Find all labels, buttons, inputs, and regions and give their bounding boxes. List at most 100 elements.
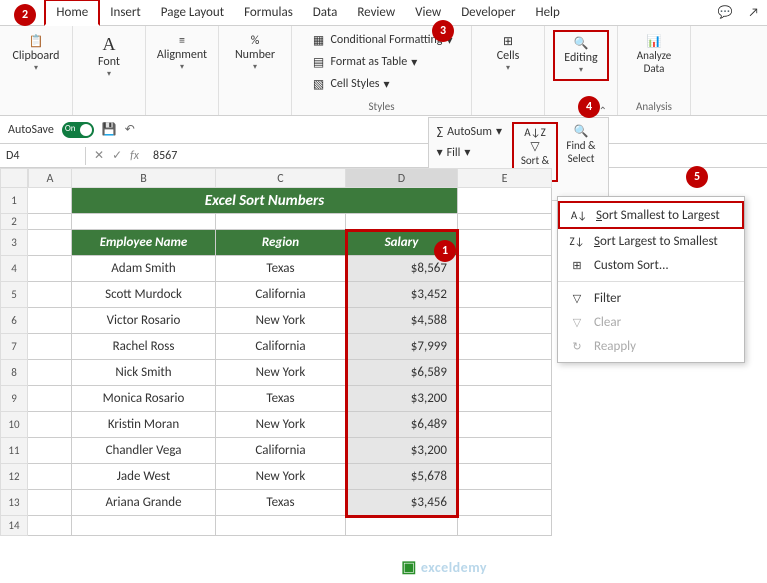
cell-salary[interactable]: $5,678 [346,464,458,490]
row-header[interactable]: 14 [0,516,28,536]
col-header-A[interactable]: A [28,168,72,188]
cell-region[interactable]: New York [216,360,346,386]
cell-name[interactable]: Rachel Ross [72,334,216,360]
menu-filter[interactable]: ▽Filter [558,286,744,310]
cell[interactable] [216,214,346,230]
row-header[interactable]: 6 [0,308,28,334]
cell-styles-button[interactable]: ▧Cell Styles ▾ [307,74,394,94]
select-all[interactable] [0,168,28,188]
cell[interactable] [458,308,552,334]
cell[interactable] [28,188,72,214]
col-header-E[interactable]: E [458,168,552,188]
cell-salary[interactable]: $6,589 [346,360,458,386]
cell[interactable] [458,282,552,308]
cell[interactable] [28,360,72,386]
cell[interactable] [458,334,552,360]
cell[interactable] [28,256,72,282]
col-header-D[interactable]: D [346,168,458,188]
cell[interactable] [28,308,72,334]
number-button[interactable]: % Number ▾ [227,30,283,76]
autosave-toggle[interactable]: On [62,122,94,138]
fill-button[interactable]: ▾ Fill ▾ [433,143,506,162]
col-header-B[interactable]: B [72,168,216,188]
cell[interactable] [72,214,216,230]
cell-salary[interactable]: $4,588 [346,308,458,334]
cell[interactable] [28,438,72,464]
cell-region[interactable]: Texas [216,386,346,412]
cancel-icon[interactable]: ✕ [94,148,104,163]
cell[interactable] [346,516,458,536]
row-header[interactable]: 5 [0,282,28,308]
clipboard-button[interactable]: 📋 Clipboard ▾ [8,30,64,77]
col-header-C[interactable]: C [216,168,346,188]
cell[interactable] [28,230,72,256]
cell-region[interactable]: Texas [216,490,346,516]
cell[interactable] [28,334,72,360]
cell[interactable] [458,516,552,536]
fx-icon[interactable]: fx [130,149,139,163]
cell[interactable] [28,412,72,438]
row-header[interactable]: 12 [0,464,28,490]
menu-custom-sort[interactable]: ⊞Custom Sort... [558,253,744,277]
cell[interactable] [28,516,72,536]
cell-region[interactable]: Texas [216,256,346,282]
cell-name[interactable]: Scott Murdock [72,282,216,308]
cell-salary[interactable]: $3,452 [346,282,458,308]
undo-icon[interactable]: ↶ [125,122,135,137]
cell-region[interactable]: New York [216,464,346,490]
autosum-button[interactable]: ∑ AutoSum ▾ [433,122,506,141]
tab-insert[interactable]: Insert [100,1,151,24]
row-header[interactable]: 10 [0,412,28,438]
row-header[interactable]: 7 [0,334,28,360]
tab-home[interactable]: Home [44,0,100,26]
cell-salary[interactable]: $6,489 [346,412,458,438]
cell[interactable] [458,214,552,230]
row-header[interactable]: 4 [0,256,28,282]
cell[interactable] [458,386,552,412]
tab-data[interactable]: Data [303,1,348,24]
tab-help[interactable]: Help [525,1,569,24]
cell[interactable] [216,516,346,536]
cell[interactable] [28,490,72,516]
row-header[interactable]: 1 [0,188,28,214]
cell-region[interactable]: California [216,334,346,360]
cell-name[interactable]: Ariana Grande [72,490,216,516]
cell-name[interactable]: Chandler Vega [72,438,216,464]
cell[interactable] [72,516,216,536]
cell-region[interactable]: New York [216,308,346,334]
cell[interactable] [458,438,552,464]
row-header[interactable]: 13 [0,490,28,516]
row-header[interactable]: 11 [0,438,28,464]
tab-review[interactable]: Review [347,1,405,24]
enter-icon[interactable]: ✓ [112,148,122,163]
menu-sort-smallest[interactable]: A↓Sort Smallest to Largest [558,201,744,229]
cell-region[interactable]: California [216,282,346,308]
menu-sort-largest[interactable]: Z↓Sort Largest to Smallest [558,229,744,253]
cell[interactable] [458,230,552,256]
tab-page-layout[interactable]: Page Layout [151,1,234,24]
cell[interactable] [458,188,552,214]
cell-salary[interactable]: $7,999 [346,334,458,360]
cell-name[interactable]: Nick Smith [72,360,216,386]
tab-developer[interactable]: Developer [451,1,525,24]
cell[interactable] [458,464,552,490]
cell-region[interactable]: California [216,438,346,464]
cells-button[interactable]: ⊞ Cells ▾ [480,30,536,77]
cell-salary[interactable]: $3,200 [346,438,458,464]
format-as-table-button[interactable]: ▤Format as Table ▾ [307,52,422,72]
cell[interactable] [346,214,458,230]
row-header[interactable]: 9 [0,386,28,412]
tab-formulas[interactable]: Formulas [234,1,303,24]
cell-salary[interactable]: $3,456 [346,490,458,516]
cell[interactable] [28,464,72,490]
cell-name[interactable]: Jade West [72,464,216,490]
cell-name[interactable]: Victor Rosario [72,308,216,334]
header-region[interactable]: Region [216,230,346,256]
font-button[interactable]: A Font ▾ [81,30,137,83]
header-name[interactable]: Employee Name [72,230,216,256]
cell[interactable] [458,490,552,516]
cell-name[interactable]: Adam Smith [72,256,216,282]
cell[interactable] [28,386,72,412]
editing-button[interactable]: 🔍 Editing ▾ [553,30,609,81]
cell-salary[interactable]: $3,200 [346,386,458,412]
